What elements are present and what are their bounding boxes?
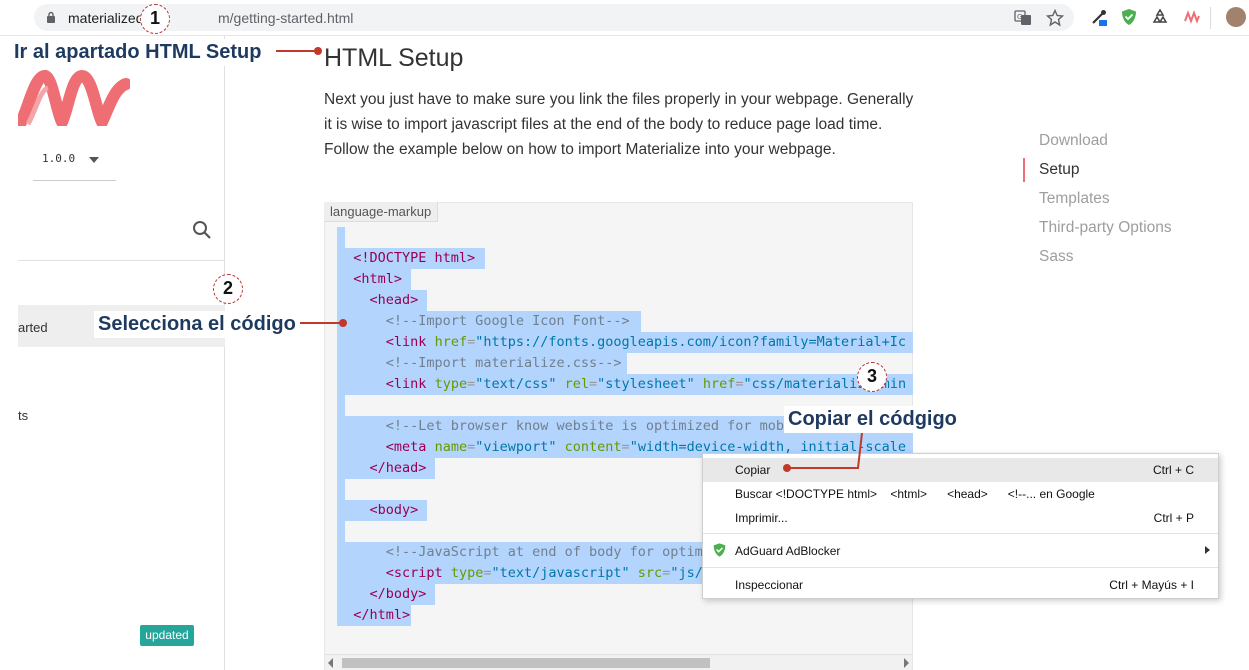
- annotation-step2-number: 2: [213, 274, 243, 304]
- annotation-step3-text: Copiar el códgigo: [784, 406, 961, 433]
- annotation-step3-number: 3: [857, 362, 887, 392]
- annotation-step1-number: 1: [140, 4, 170, 34]
- annotation-step1-text: Ir al apartado HTML Setup: [10, 39, 266, 66]
- annotation-step2-text: Selecciona el código: [94, 311, 300, 338]
